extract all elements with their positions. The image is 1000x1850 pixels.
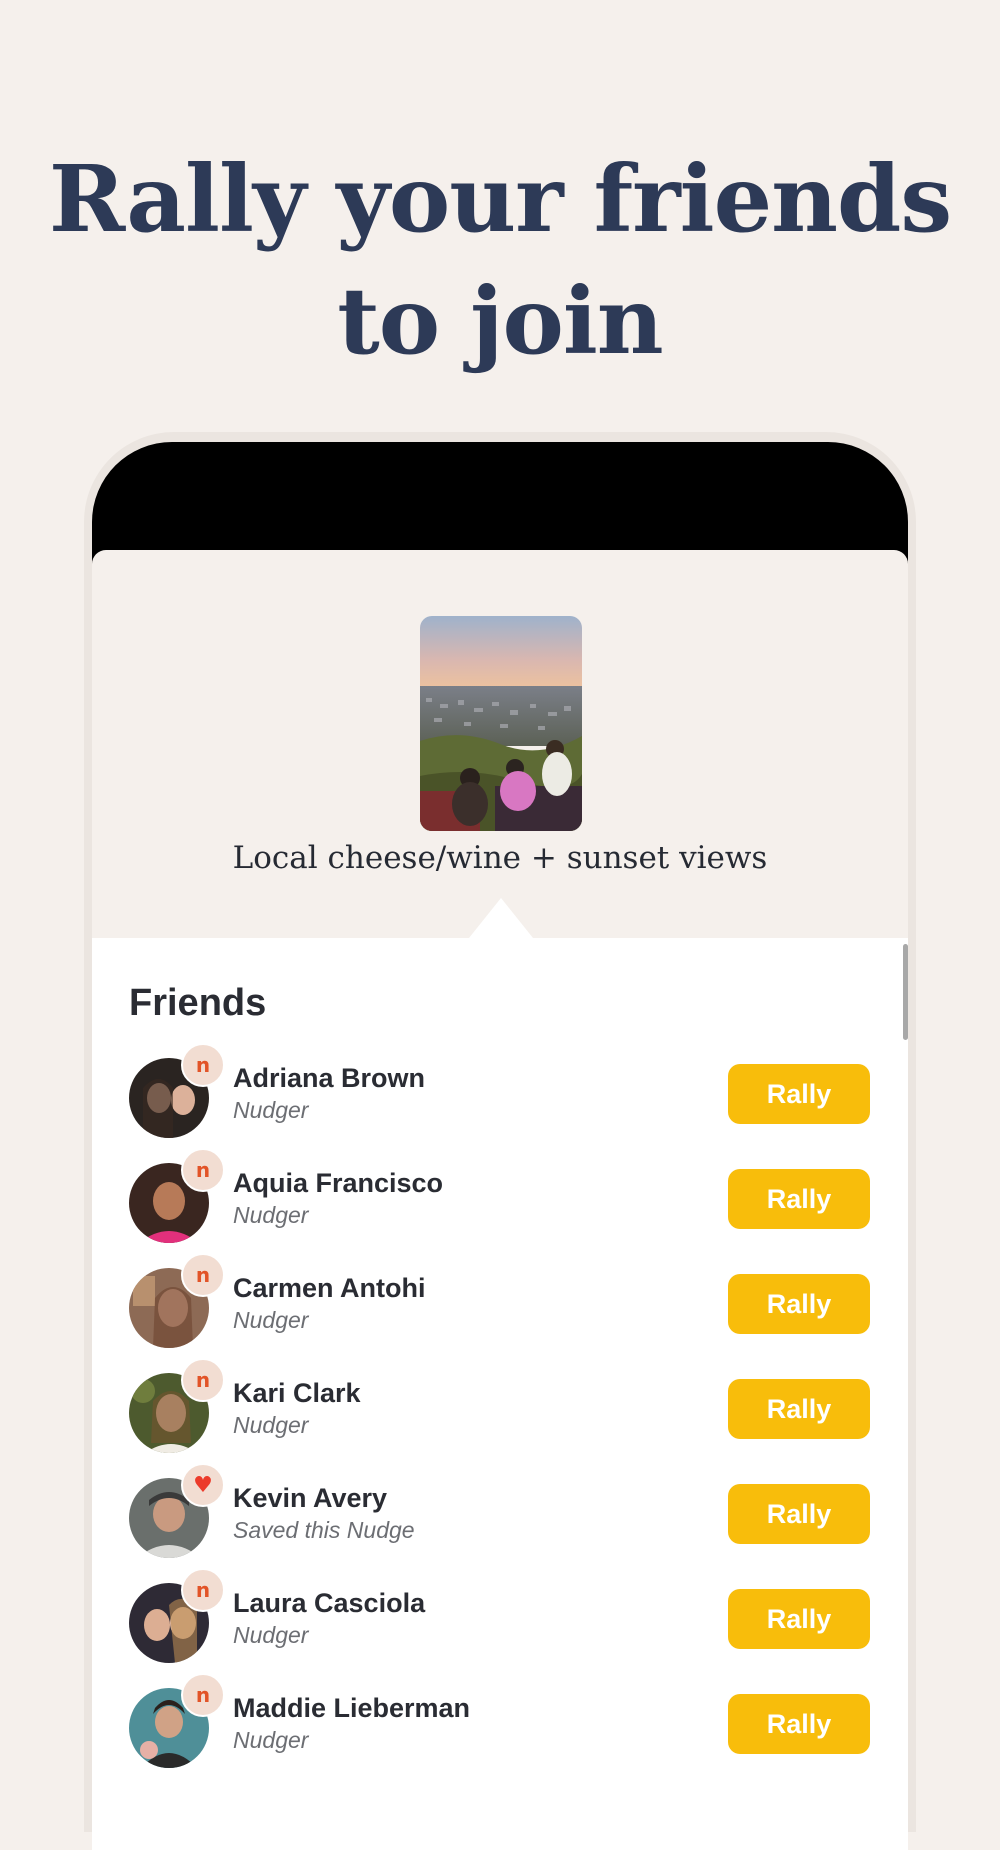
nudge-photo[interactable] [420, 616, 582, 831]
friend-row: n Laura Casciola Nudger Rally [129, 1568, 872, 1684]
friends-sheet: Friends n Adriana Brown Nudger Rally n A… [92, 898, 908, 1850]
sheet-pointer [469, 898, 533, 938]
friend-status: Nudger [233, 1412, 309, 1438]
sunset-picnic-image [420, 616, 582, 831]
headline: Rally your friends to join [0, 138, 1000, 382]
friend-row: n Adriana Brown Nudger Rally [129, 1043, 872, 1159]
rally-button[interactable]: Rally [728, 1484, 870, 1544]
friend-row: n Aquia Francisco Nudger Rally [129, 1148, 872, 1264]
friend-status: Nudger [233, 1622, 309, 1648]
nudger-badge-icon: n [181, 1043, 225, 1087]
friend-row: n Kari Clark Nudger Rally [129, 1358, 872, 1474]
friend-status: Saved this Nudge [233, 1517, 415, 1543]
nudger-badge-icon: n [181, 1358, 225, 1402]
phone-frame: Local cheese/wine + sunset views Friends [84, 432, 916, 1850]
friend-status: Nudger [233, 1307, 309, 1333]
rally-button[interactable]: Rally [728, 1169, 870, 1229]
heart-badge-icon: ♥ [181, 1463, 225, 1507]
friends-section-title: Friends [129, 982, 267, 1024]
friends-list: n Adriana Brown Nudger Rally n Aquia Fra… [129, 1043, 872, 1789]
friend-name: Adriana Brown [233, 1063, 426, 1093]
nudger-badge-icon: n [181, 1568, 225, 1612]
headline-line-2: to join [337, 267, 663, 375]
nudge-title: Local cheese/wine + sunset views [232, 840, 768, 876]
friend-row: n Maddie Lieberman Nudger Rally [129, 1673, 872, 1789]
friend-status: Nudger [233, 1097, 309, 1123]
rally-button[interactable]: Rally [728, 1589, 870, 1649]
rally-button[interactable]: Rally [728, 1694, 870, 1754]
friend-name: Aquia Francisco [233, 1168, 444, 1198]
nudger-badge-icon: n [181, 1148, 225, 1192]
friend-name: Kevin Avery [233, 1483, 388, 1513]
rally-button[interactable]: Rally [728, 1274, 870, 1334]
app-screen: Local cheese/wine + sunset views Friends [92, 550, 908, 1850]
headline-line-1: Rally your friends [48, 145, 952, 253]
friend-name: Maddie Lieberman [233, 1693, 471, 1723]
scrollbar[interactable] [903, 944, 908, 1040]
friend-name: Laura Casciola [233, 1588, 426, 1618]
friend-name: Carmen Antohi [233, 1273, 426, 1303]
friend-row: ♥ Kevin Avery Saved this Nudge Rally [129, 1463, 872, 1579]
friend-status: Nudger [233, 1727, 309, 1753]
rally-button[interactable]: Rally [728, 1064, 870, 1124]
friend-row: n Carmen Antohi Nudger Rally [129, 1253, 872, 1369]
rally-button[interactable]: Rally [728, 1379, 870, 1439]
nudger-badge-icon: n [181, 1673, 225, 1717]
nudger-badge-icon: n [181, 1253, 225, 1297]
friend-name: Kari Clark [233, 1378, 361, 1408]
friend-status: Nudger [233, 1202, 309, 1228]
